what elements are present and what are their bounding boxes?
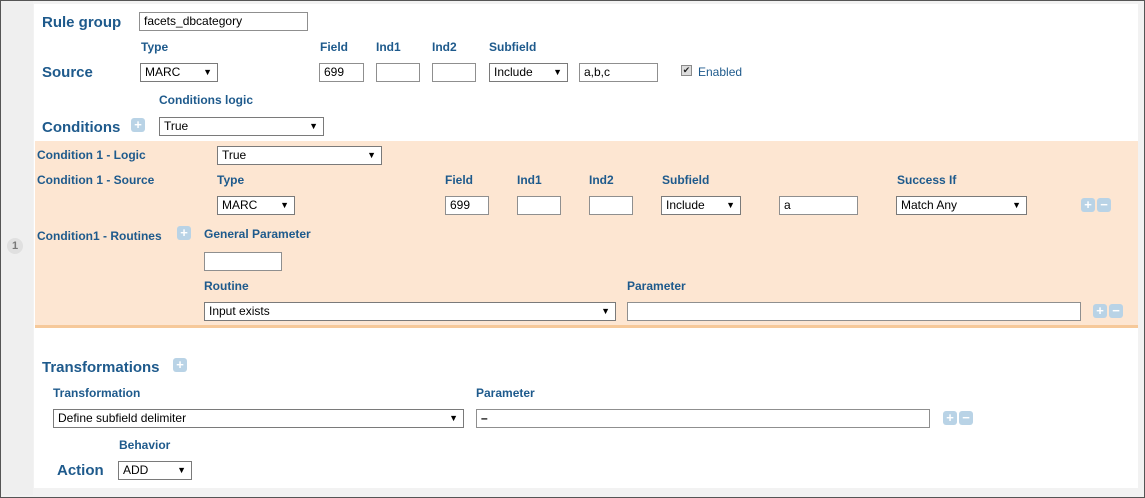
add-condition-button[interactable]: + (131, 118, 145, 132)
condition-1-success-header: Success If (897, 173, 957, 187)
general-parameter-input[interactable] (204, 252, 282, 271)
source-type-select[interactable]: MARC ▼ (140, 63, 218, 82)
condition-1-source-label: Condition 1 - Source (37, 173, 155, 187)
condition-1-logic-value: True (222, 148, 247, 162)
transformation-parameter-input[interactable]: – (476, 409, 930, 428)
plus-icon: + (134, 117, 142, 132)
source-ind2-header: Ind2 (432, 40, 457, 54)
general-parameter-header: General Parameter (204, 227, 311, 241)
behavior-select[interactable]: ADD ▼ (118, 461, 192, 480)
add-transformation-button[interactable]: + (173, 358, 187, 372)
condition-1-logic-select[interactable]: True ▼ (217, 146, 382, 165)
transformation-value: Define subfield delimiter (58, 411, 187, 425)
chevron-down-icon: ▼ (309, 121, 318, 131)
chevron-down-icon: ▼ (449, 413, 458, 423)
plus-icon: + (1096, 303, 1104, 318)
action-label: Action (57, 462, 104, 479)
enabled-label: Enabled (698, 65, 743, 79)
routine-select[interactable]: Input exists ▼ (204, 302, 616, 321)
chevron-down-icon: ▼ (203, 67, 212, 77)
chevron-down-icon: ▼ (726, 200, 735, 210)
chevron-down-icon: ▼ (601, 306, 610, 316)
transformation-header: Transformation (53, 386, 141, 400)
condition-1-panel (35, 141, 1138, 328)
plus-icon: + (176, 357, 184, 372)
source-subfield-input[interactable]: a,b,c (579, 63, 658, 82)
condition-1-type-select[interactable]: MARC ▼ (217, 196, 295, 215)
source-field-input[interactable]: 699 (319, 63, 364, 82)
add-transformation-row-button[interactable]: + (943, 411, 957, 425)
condition-1-subfield-input[interactable]: a (779, 196, 858, 215)
plus-icon: + (1084, 197, 1092, 212)
rule-group-label: Rule group (42, 14, 122, 31)
conditions-logic-value: True (164, 119, 189, 133)
chevron-down-icon: ▼ (280, 200, 289, 210)
source-subfield-mode-select[interactable]: Include ▼ (489, 63, 568, 82)
condition-1-field-input[interactable]: 699 (445, 196, 489, 215)
condition-1-success-value: Match Any (901, 198, 958, 212)
condition-1-success-select[interactable]: Match Any ▼ (896, 196, 1027, 215)
transformation-select[interactable]: Define subfield delimiter ▼ (53, 409, 464, 428)
conditions-label: Conditions (42, 119, 121, 136)
add-routine-row-button[interactable]: + (1093, 304, 1107, 318)
rule-group-input[interactable]: facets_dbcategory (139, 12, 308, 31)
condition-1-subfield-header: Subfield (662, 173, 710, 187)
add-condition-source-button[interactable]: + (1081, 198, 1095, 212)
transformations-label: Transformations (42, 359, 160, 376)
condition-1-ind1-input[interactable] (517, 196, 561, 215)
source-ind1-input[interactable] (376, 63, 420, 82)
transformation-parameter-header: Parameter (476, 386, 535, 400)
remove-routine-row-button[interactable]: − (1109, 304, 1123, 318)
behavior-value: ADD (123, 463, 149, 477)
minus-icon: − (1100, 197, 1108, 212)
chevron-down-icon: ▼ (177, 465, 186, 475)
row-gutter: 1 (1, 1, 33, 495)
add-routine-button[interactable]: + (177, 226, 191, 240)
plus-icon: + (946, 410, 954, 425)
condition-1-ind1-header: Ind1 (517, 173, 542, 187)
routine-parameter-header: Parameter (627, 279, 686, 293)
behavior-header: Behavior (119, 438, 171, 452)
source-subfield-mode-value: Include (494, 65, 533, 79)
conditions-logic-header: Conditions logic (159, 93, 253, 107)
condition-1-ind2-header: Ind2 (589, 173, 614, 187)
routine-value: Input exists (209, 304, 270, 318)
chevron-down-icon: ▼ (1012, 200, 1021, 210)
chevron-down-icon: ▼ (553, 67, 562, 77)
minus-icon: − (962, 410, 970, 425)
chevron-down-icon: ▼ (367, 150, 376, 160)
condition-1-subfield-mode-select[interactable]: Include ▼ (661, 196, 741, 215)
source-label: Source (42, 64, 93, 81)
condition-1-type-value: MARC (222, 198, 258, 212)
minus-icon: − (1112, 303, 1120, 318)
source-type-value: MARC (145, 65, 181, 79)
source-field-header: Field (320, 40, 349, 54)
routine-parameter-input[interactable] (627, 302, 1081, 321)
source-type-header: Type (141, 40, 169, 54)
condition-1-type-header: Type (217, 173, 245, 187)
conditions-logic-select[interactable]: True ▼ (159, 117, 324, 136)
condition-1-field-header: Field (445, 173, 474, 187)
checkmark-icon: ✔ (682, 65, 691, 75)
enabled-checkbox[interactable]: ✔ (681, 65, 692, 76)
row-number-badge: 1 (7, 238, 23, 254)
condition-1-routines-label: Condition1 - Routines (37, 229, 162, 243)
plus-icon: + (180, 225, 188, 240)
remove-condition-source-button[interactable]: − (1097, 198, 1111, 212)
source-ind2-input[interactable] (432, 63, 476, 82)
routine-header: Routine (204, 279, 249, 293)
remove-transformation-row-button[interactable]: − (959, 411, 973, 425)
condition-1-subfield-mode-value: Include (666, 198, 705, 212)
condition-1-ind2-input[interactable] (589, 196, 633, 215)
source-ind1-header: Ind1 (376, 40, 401, 54)
condition-1-logic-label: Condition 1 - Logic (37, 148, 146, 162)
source-subfield-header: Subfield (489, 40, 537, 54)
